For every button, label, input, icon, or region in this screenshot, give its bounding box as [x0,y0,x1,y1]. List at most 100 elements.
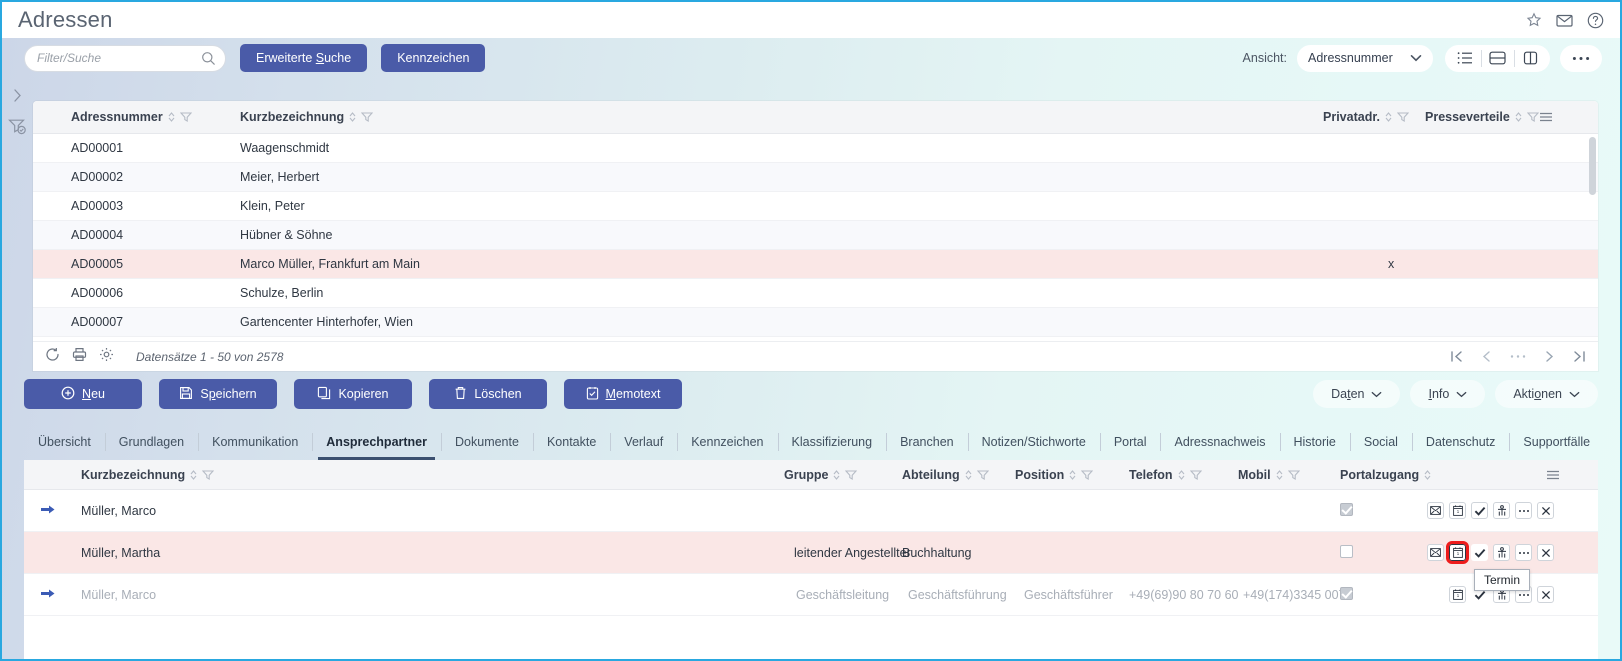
next-page-icon[interactable] [1544,350,1555,363]
table-row[interactable]: AD00001 Waagenschmidt [33,134,1598,163]
close-icon[interactable] [1537,544,1554,561]
first-page-icon[interactable] [1450,350,1463,363]
filter-icon[interactable] [845,469,858,481]
sort-icon[interactable] [1177,469,1186,481]
split-vertical-icon[interactable] [1514,46,1547,71]
column-header-presseverteile[interactable]: Presseverteile [1425,110,1539,124]
column-header-adressnummer[interactable]: Adressnummer [71,110,192,124]
tab-verlauf[interactable]: Verlauf [610,428,677,456]
chevron-right-icon[interactable] [11,88,24,108]
filter-icon[interactable] [1287,469,1300,481]
tab-social[interactable]: Social [1349,428,1412,456]
info-button[interactable]: Info [1410,380,1486,408]
tab-kommunikation[interactable]: Kommunikation [198,428,312,456]
portalzugang-checkbox[interactable] [1340,544,1353,561]
list-view-icon[interactable] [1448,46,1481,71]
sort-icon[interactable] [1384,111,1393,123]
filter-icon[interactable] [1189,469,1202,481]
filter-icon[interactable] [361,111,374,123]
column-header-abteilung[interactable]: Abteilung [902,468,989,482]
table-row[interactable]: AD00004 Hübner & Söhne [33,221,1598,250]
star-icon[interactable] [1526,12,1542,28]
filter-icon[interactable] [1081,469,1094,481]
filter-icon[interactable] [179,111,192,123]
tab-branchen[interactable]: Branchen [886,428,968,456]
check-icon[interactable] [1471,544,1488,561]
memotext-button[interactable]: Memotext [564,379,682,409]
tab-uebersicht[interactable]: Übersicht [24,428,105,456]
sort-icon[interactable] [348,111,357,123]
split-horizontal-icon[interactable] [1481,46,1514,71]
contact-icon[interactable] [1493,502,1510,519]
ellipsis-icon[interactable] [1515,544,1532,561]
ellipsis-icon[interactable] [1515,502,1532,519]
settings-icon[interactable] [99,347,114,367]
column-header-kurzbezeichnung[interactable]: Kurzbezeichnung [81,468,215,482]
column-header-portalzugang[interactable]: Portalzugang [1340,468,1432,482]
column-header-telefon[interactable]: Telefon [1129,468,1202,482]
table-row[interactable]: AD00007 Gartencenter Hinterhofer, Wien [33,308,1598,337]
tab-adressnachweis[interactable]: Adressnachweis [1160,428,1279,456]
filter-icon[interactable] [202,469,215,481]
column-header-kurzbezeichnung[interactable]: Kurzbezeichnung [240,110,374,124]
vertical-scrollbar[interactable] [1589,137,1596,195]
sort-icon[interactable] [167,111,176,123]
table-row[interactable]: AD00002 Meier, Herbert [33,163,1598,192]
prev-page-icon[interactable] [1481,350,1492,363]
list-item[interactable]: Müller, Marco 1 [24,490,1598,532]
tab-dokumente[interactable]: Dokumente [441,428,533,456]
tab-datenschutz[interactable]: Datenschutz [1411,428,1509,456]
daten-button[interactable]: Daten [1313,380,1401,408]
close-icon[interactable] [1537,586,1554,603]
print-icon[interactable] [72,347,87,367]
tab-portal[interactable]: Portal [1099,428,1161,456]
mail-icon[interactable] [1427,502,1444,519]
table-row[interactable]: AD00005 Marco Müller, Frankfurt am Main … [33,250,1598,279]
help-icon[interactable] [1587,12,1604,29]
column-header-gruppe[interactable]: Gruppe [784,468,858,482]
tab-notizen-stichworte[interactable]: Notizen/Stichworte [967,428,1100,456]
kopieren-button[interactable]: Kopieren [294,379,412,409]
mail-icon[interactable] [1427,544,1444,561]
calendar-icon[interactable]: 1 [1446,541,1469,564]
calendar-icon[interactable]: 1 [1449,586,1466,603]
search-box[interactable] [24,44,226,72]
sort-icon[interactable] [1275,469,1284,481]
refresh-icon[interactable] [45,347,60,367]
more-pages-icon[interactable] [1510,354,1526,359]
close-icon[interactable] [1537,502,1554,519]
contact-icon[interactable] [1493,544,1510,561]
list-item[interactable]: Müller, Martha leitender Angestellter Bu… [24,532,1598,591]
tab-historie[interactable]: Historie [1279,428,1350,456]
last-page-icon[interactable] [1573,350,1586,363]
calendar-icon[interactable]: 1 [1449,502,1466,519]
more-options-button[interactable] [1560,44,1602,72]
loeschen-button[interactable]: Löschen [429,379,547,409]
list-item[interactable]: Müller, Marco Geschäftsleitung Geschäfts… [24,574,1598,616]
tab-kennzeichen[interactable]: Kennzeichen [677,428,777,456]
erweiterte-suche-button[interactable]: Erweiterte Suche [240,44,368,72]
filter-icon[interactable] [976,469,989,481]
column-menu-icon[interactable] [1539,111,1553,123]
filter-check-icon[interactable] [8,118,27,140]
portalzugang-checkbox[interactable] [1340,502,1353,519]
kennzeichen-button[interactable]: Kennzeichen [381,44,486,72]
check-icon[interactable] [1471,502,1488,519]
column-menu-icon[interactable] [1546,469,1560,481]
tab-supportfaelle[interactable]: Supportfälle [1509,428,1604,456]
view-select[interactable]: Adressnummer [1297,44,1433,72]
sort-icon[interactable] [1068,469,1077,481]
column-header-mobil[interactable]: Mobil [1238,468,1300,482]
tab-kontakte[interactable]: Kontakte [532,428,610,456]
search-input[interactable] [37,51,187,65]
column-header-privatadr[interactable]: Privatadr. [1323,110,1409,124]
sort-icon[interactable] [189,469,198,481]
sort-icon[interactable] [964,469,973,481]
speichern-button[interactable]: Speichern [159,379,277,409]
filter-icon[interactable] [1396,111,1409,123]
portalzugang-checkbox[interactable] [1340,586,1353,603]
filter-icon[interactable] [1526,111,1539,123]
table-row[interactable]: AD00003 Klein, Peter [33,192,1598,221]
tab-klassifizierung[interactable]: Klassifizierung [777,428,887,456]
tab-ansprechpartner[interactable]: Ansprechpartner [312,428,441,460]
